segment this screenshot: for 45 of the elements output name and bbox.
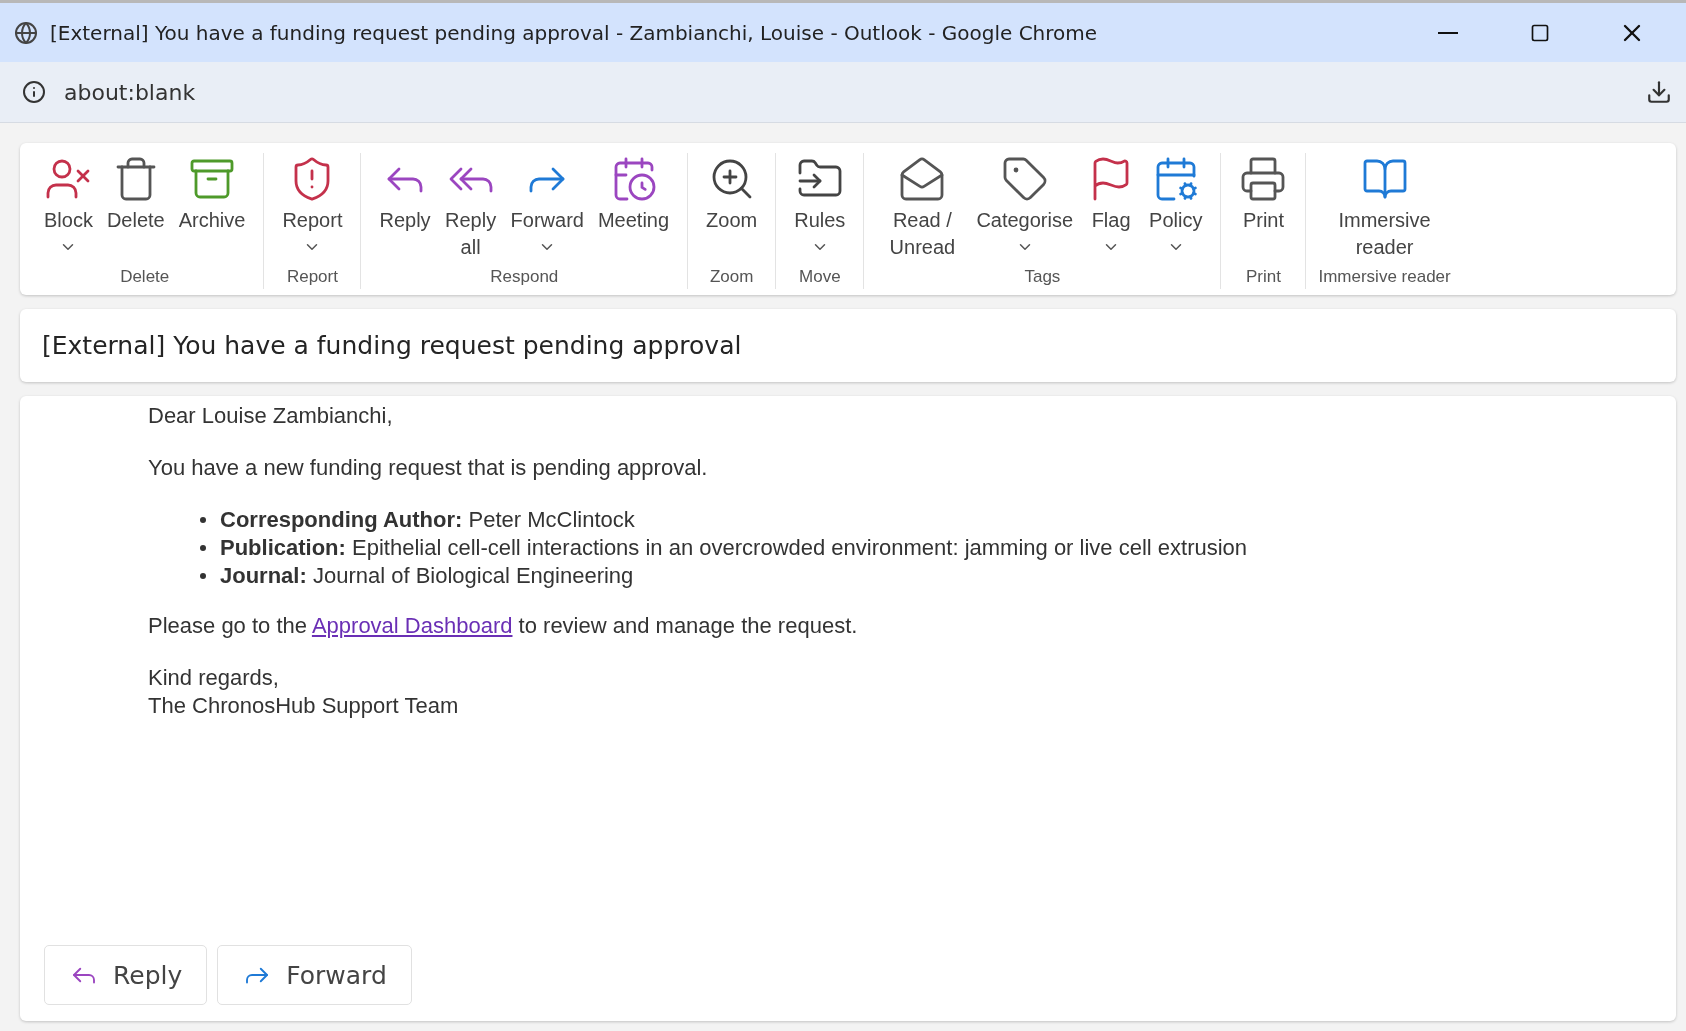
ribbon-button[interactable]: Meeting xyxy=(591,153,676,267)
ribbon-button[interactable]: Archive xyxy=(172,153,252,267)
action-text: Please go to the Approval Dashboard to review and manage the request. xyxy=(148,612,859,640)
group-label: Tags xyxy=(1024,267,1061,288)
ribbon-button[interactable]: Immersive reader xyxy=(1323,153,1446,267)
group-label: Print xyxy=(1245,267,1281,288)
bullet-dot xyxy=(200,545,206,551)
ribbon-button[interactable]: Block xyxy=(38,153,99,267)
ribbon-button[interactable]: Rules xyxy=(788,153,852,267)
group-label: Respond xyxy=(490,267,559,288)
ribbon-button[interactable]: Zoom xyxy=(700,153,764,267)
ribbon-button[interactable]: Read / Unread xyxy=(876,153,969,267)
bullet-dot xyxy=(200,573,206,579)
group-label: Move xyxy=(799,267,841,288)
ribbon-button[interactable]: Report xyxy=(276,153,349,267)
globe-icon xyxy=(14,20,38,45)
email-subject: [External] You have a funding request pending approval xyxy=(42,331,742,360)
closing-text: Kind regards, xyxy=(148,664,280,692)
signature-text: The ChronosHub Support Team xyxy=(148,692,460,720)
download-icon[interactable] xyxy=(1646,79,1672,105)
group-label: Report xyxy=(286,267,338,288)
intro-text: You have a new funding request that is pending approval. xyxy=(148,454,709,482)
window-title: [External] You have a funding request pending approval - Zambianchi, Louise - Outlook - Google Chrome xyxy=(50,20,1099,45)
reply-button[interactable]: Reply xyxy=(44,945,208,1005)
dashboard-link[interactable]: Approval Dashboard xyxy=(311,613,513,638)
group-label: Zoom xyxy=(709,267,754,288)
group-label: Delete xyxy=(120,267,170,288)
ribbon-button[interactable]: Delete xyxy=(100,153,171,267)
ribbon-button[interactable]: Forward xyxy=(504,153,590,267)
ribbon-button[interactable]: Policy xyxy=(1143,153,1209,267)
detail-text: Journal: Journal of Biological Engineering xyxy=(220,562,634,590)
ribbon-button[interactable]: Categorise xyxy=(970,153,1080,267)
forward-button[interactable]: Forward xyxy=(217,945,412,1005)
ribbon-button[interactable]: Reply xyxy=(373,153,437,267)
ribbon-button[interactable]: Reply all xyxy=(438,153,503,267)
ribbon-button[interactable]: Flag xyxy=(1081,153,1142,267)
greeting-text: Dear Louise Zambianchi, xyxy=(148,402,394,430)
info-icon[interactable] xyxy=(22,80,46,104)
detail-text: Publication: Epithelial cell-cell interactions in an overcrowded environment: jamming or live cell extrusion xyxy=(220,534,1248,562)
maximize-icon xyxy=(1530,22,1550,43)
group-label: Immersive reader xyxy=(1318,267,1451,288)
ribbon-button[interactable]: Print xyxy=(1233,153,1294,267)
bullet-dot xyxy=(200,517,206,523)
minimize-icon xyxy=(1438,31,1458,34)
detail-text: Corresponding Author: Peter McClintock xyxy=(220,506,635,534)
